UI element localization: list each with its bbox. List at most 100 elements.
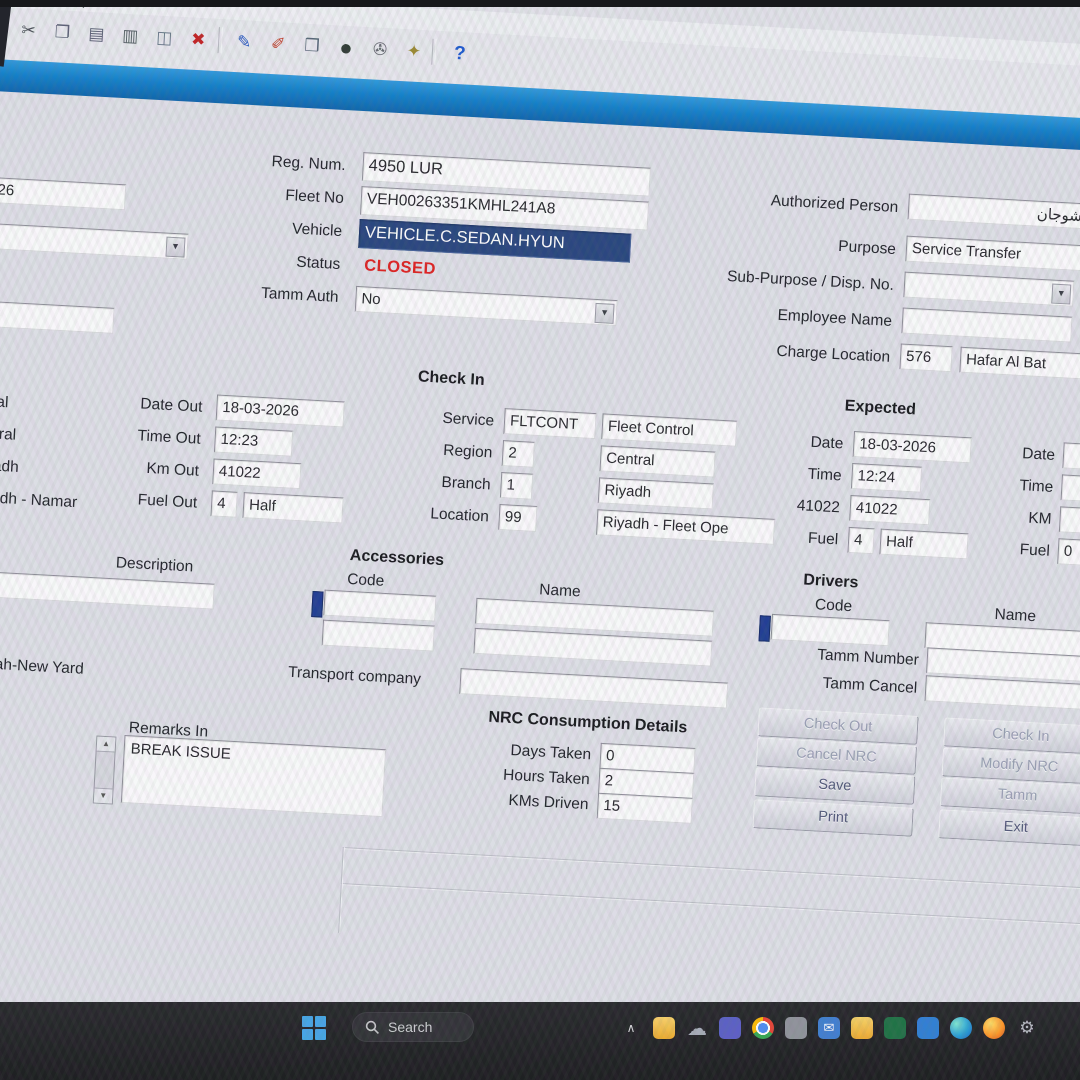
branch-name-field[interactable]: Riyadh (598, 477, 714, 509)
date-out-label: Date Out (52, 391, 203, 417)
vehicle-label: Vehicle (184, 215, 343, 242)
left-truncated-text: al (0, 394, 9, 413)
far-fuel-label: Fuel (959, 538, 1050, 561)
panel-divider (341, 883, 1080, 927)
service-label: Service (399, 407, 495, 430)
chevron-up-icon[interactable]: ∧ (620, 1017, 642, 1039)
onedrive-icon[interactable]: ☁ (686, 1017, 708, 1039)
left-truncated-text: adh - Namar (0, 490, 78, 513)
edge-icon[interactable] (950, 1017, 972, 1039)
branch-label: Branch (395, 471, 491, 494)
expected-fuel-code-field[interactable]: 4 (847, 527, 874, 554)
date-out-field[interactable]: 18-03-2026 (216, 395, 345, 428)
authorized-person-field[interactable]: شوجان (908, 194, 1080, 230)
far-km-field[interactable] (1059, 506, 1080, 537)
app-window: Help ✂ ❐ ▤ ▥ ◫ ✖ ✎ ✐ ❒ ● ✇ ✦ ? 26 ▼ 3 (0, 0, 1080, 1080)
firefox-icon[interactable] (983, 1017, 1005, 1039)
km-out-field[interactable]: 41022 (212, 458, 301, 489)
tamm-auth-label: Tamm Auth (180, 280, 339, 307)
teams-icon[interactable] (719, 1017, 741, 1039)
kms-driven-label: KMs Driven (453, 789, 589, 814)
tamm-auth-field[interactable]: No ▼ (355, 286, 618, 326)
far-time-label: Time (963, 474, 1054, 497)
sub-purpose-label: Sub-Purpose / Disp. No. (637, 263, 895, 295)
printer-icon[interactable] (785, 1017, 807, 1039)
remarks-scrollbar[interactable]: ▲ ▼ (93, 736, 117, 805)
store-icon[interactable] (917, 1017, 939, 1039)
authorized-person-label: Authorized Person (686, 188, 899, 217)
purpose-label: Purpose (684, 230, 897, 259)
driver-code-field[interactable] (771, 614, 890, 646)
file-explorer-icon[interactable] (653, 1017, 675, 1039)
kms-driven-field[interactable]: 15 (597, 793, 693, 824)
panel-divider (343, 847, 1080, 891)
scroll-up-icon[interactable]: ▲ (97, 737, 116, 753)
accessory-code-field[interactable] (322, 620, 435, 652)
expected-km-field[interactable]: 41022 (849, 495, 930, 525)
far-date-field[interactable] (1062, 442, 1080, 473)
dropdown-arrow-icon[interactable]: ▼ (595, 303, 615, 324)
exit-button[interactable]: Exit (938, 809, 1080, 846)
expected-time-label: Time (741, 462, 842, 485)
region-name-field[interactable]: Central (599, 445, 715, 477)
service-code-field[interactable]: FLTCONT (503, 408, 596, 439)
employee-name-field[interactable] (901, 308, 1072, 343)
charge-location-name-field[interactable]: Hafar Al Bat (959, 347, 1080, 383)
far-time-field[interactable] (1061, 474, 1080, 505)
tamm-button[interactable]: Tamm (940, 777, 1080, 814)
monitor-bezel (0, 0, 1080, 7)
fuel-out-code-field[interactable]: 4 (210, 490, 237, 517)
mail-icon[interactable]: ✉ (818, 1017, 840, 1039)
expected-date-field[interactable]: 18-03-2026 (853, 431, 972, 463)
folder-icon[interactable] (851, 1017, 873, 1039)
fuel-out-field[interactable]: Half (242, 492, 343, 523)
nrc-title: NRC Consumption Details (438, 706, 739, 740)
expected-fuel-label: Fuel (738, 526, 839, 549)
accessory-code-field[interactable] (323, 590, 436, 622)
scroll-down-icon[interactable]: ▼ (94, 788, 113, 804)
time-out-field[interactable]: 12:23 (214, 427, 293, 457)
print-button[interactable]: Print (752, 799, 913, 837)
service-name-field[interactable]: Fleet Control (601, 413, 737, 446)
gear-icon[interactable]: ⚙ (1016, 1017, 1038, 1039)
expected-time-field[interactable]: 12:24 (851, 463, 922, 493)
drivers-code-header: Code (792, 595, 875, 617)
branch-code-field[interactable]: 1 (500, 472, 533, 500)
record-selector[interactable] (759, 615, 771, 642)
far-fuel-code-field[interactable]: 0 (1057, 538, 1080, 565)
remarks-in-field[interactable]: BREAK ISSUE (121, 735, 386, 817)
far-km-label: KM (961, 506, 1052, 529)
region-code-field[interactable]: 2 (502, 440, 535, 468)
expected-fuel-field[interactable]: Half (879, 529, 968, 560)
chrome-icon[interactable] (752, 1017, 774, 1039)
far-date-label: Date (965, 442, 1056, 465)
location-label: Location (393, 503, 489, 526)
drivers-title: Drivers (770, 570, 891, 594)
left-cut-combo[interactable]: ▼ (0, 217, 189, 259)
tamm-cancel-label: Tamm Cancel (765, 672, 918, 698)
start-button[interactable] (302, 1016, 326, 1040)
record-selector[interactable] (311, 591, 323, 618)
taskbar-search[interactable]: Search (352, 1012, 474, 1042)
search-label: Search (388, 1019, 432, 1035)
charge-location-code-field[interactable]: 576 (899, 343, 952, 372)
expected-title: Expected (815, 396, 946, 421)
purpose-field[interactable]: Service Transfer (905, 236, 1080, 272)
drivers-name-header: Name (970, 605, 1061, 628)
system-tray: ∧ ☁ ✉ ⚙ (620, 1016, 1038, 1040)
km-out-label: Km Out (49, 455, 200, 481)
charge-location-label: Charge Location (678, 337, 891, 366)
accessories-code-header: Code (323, 570, 409, 593)
excel-icon[interactable] (884, 1017, 906, 1039)
check-in-title: Check In (386, 367, 517, 392)
left-cut-field-3[interactable]: 3 (0, 295, 115, 334)
panel-divider (338, 847, 344, 933)
transport-company-field[interactable] (459, 668, 728, 708)
tamm-cancel-field[interactable] (925, 675, 1080, 711)
location-code-field[interactable]: 99 (498, 504, 537, 532)
left-cut-field-1[interactable]: 26 (0, 171, 126, 210)
tamm-number-label: Tamm Number (766, 644, 919, 670)
dropdown-arrow-icon[interactable]: ▼ (1051, 284, 1071, 305)
sub-purpose-field[interactable]: ▼ (903, 272, 1074, 307)
description-label: Description (115, 554, 193, 576)
